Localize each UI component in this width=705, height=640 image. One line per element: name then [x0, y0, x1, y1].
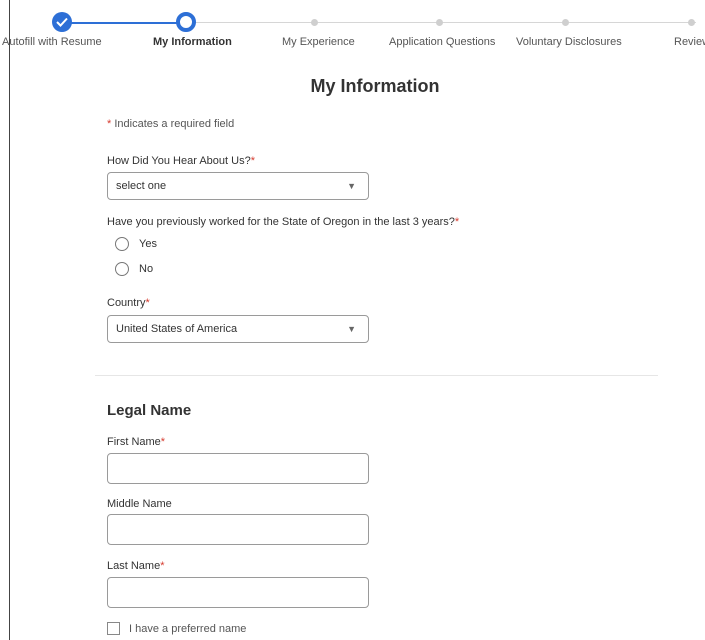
- required-star: *: [250, 155, 255, 167]
- step-upcoming-dot-icon: [688, 19, 695, 26]
- country-label: Country*: [107, 297, 150, 309]
- step-label-my-information[interactable]: My Information: [153, 36, 232, 48]
- step-upcoming-dot-icon: [311, 19, 318, 26]
- page-title: My Information: [310, 76, 440, 96]
- required-star: *: [160, 436, 166, 448]
- required-field-note: * Indicates a required field: [107, 118, 234, 130]
- step-upcoming-dot-icon: [436, 19, 443, 26]
- step-complete-check-icon[interactable]: [52, 12, 72, 32]
- first-name-input[interactable]: [107, 453, 369, 484]
- legal-name-heading: Legal Name: [107, 402, 192, 419]
- country-select[interactable]: United States of America ▼: [107, 315, 369, 343]
- checkbox-icon[interactable]: [107, 622, 120, 635]
- required-note-text: Indicates a required field: [114, 118, 235, 130]
- middle-name-input[interactable]: [107, 514, 369, 545]
- preferred-name-option[interactable]: I have a preferred name: [107, 622, 246, 635]
- last-name-label: Last Name*: [107, 560, 164, 572]
- dropdown-caret-icon: ▼: [347, 181, 356, 191]
- stepper-progress-line: [62, 22, 186, 24]
- dropdown-caret-icon: ▼: [347, 324, 356, 334]
- step-label-review: Review: [674, 36, 705, 48]
- radio-button-icon[interactable]: [115, 237, 129, 251]
- step-label-autofill[interactable]: Autofill with Resume: [2, 36, 102, 48]
- worked-oregon-yes-option[interactable]: Yes: [115, 237, 157, 251]
- required-star: *: [107, 118, 112, 130]
- first-name-label: First Name*: [107, 436, 165, 448]
- last-name-label-text: Last Name: [107, 560, 161, 572]
- step-label-application-questions: Application Questions: [389, 36, 496, 48]
- worked-oregon-label-text: Have you previously worked for the State…: [107, 216, 455, 228]
- worked-oregon-no-option[interactable]: No: [115, 262, 153, 276]
- hear-about-label-text: How Did You Hear About Us?: [107, 155, 251, 167]
- country-value: United States of America: [116, 323, 238, 335]
- step-label-voluntary-disclosures: Voluntary Disclosures: [516, 36, 622, 48]
- radio-label-yes: Yes: [139, 238, 157, 250]
- required-star: *: [145, 297, 150, 309]
- section-divider: [95, 375, 658, 376]
- last-name-input[interactable]: [107, 577, 369, 608]
- country-label-text: Country: [107, 297, 146, 309]
- required-star: *: [454, 216, 460, 228]
- first-name-label-text: First Name: [107, 436, 161, 448]
- middle-name-label: Middle Name: [107, 498, 172, 510]
- hear-about-label: How Did You Hear About Us?*: [107, 155, 255, 167]
- step-upcoming-dot-icon: [562, 19, 569, 26]
- preferred-name-label: I have a preferred name: [129, 622, 247, 635]
- radio-label-no: No: [139, 263, 154, 275]
- hear-about-select[interactable]: select one ▼: [107, 172, 369, 200]
- step-current-dot-icon[interactable]: [176, 12, 196, 32]
- hear-about-value: select one: [116, 180, 167, 192]
- step-label-my-experience: My Experience: [282, 36, 355, 48]
- radio-button-icon[interactable]: [115, 262, 129, 276]
- required-star: *: [160, 560, 165, 572]
- worked-oregon-label: Have you previously worked for the State…: [107, 216, 459, 228]
- progress-stepper: Autofill with Resume My Information My E…: [0, 0, 705, 60]
